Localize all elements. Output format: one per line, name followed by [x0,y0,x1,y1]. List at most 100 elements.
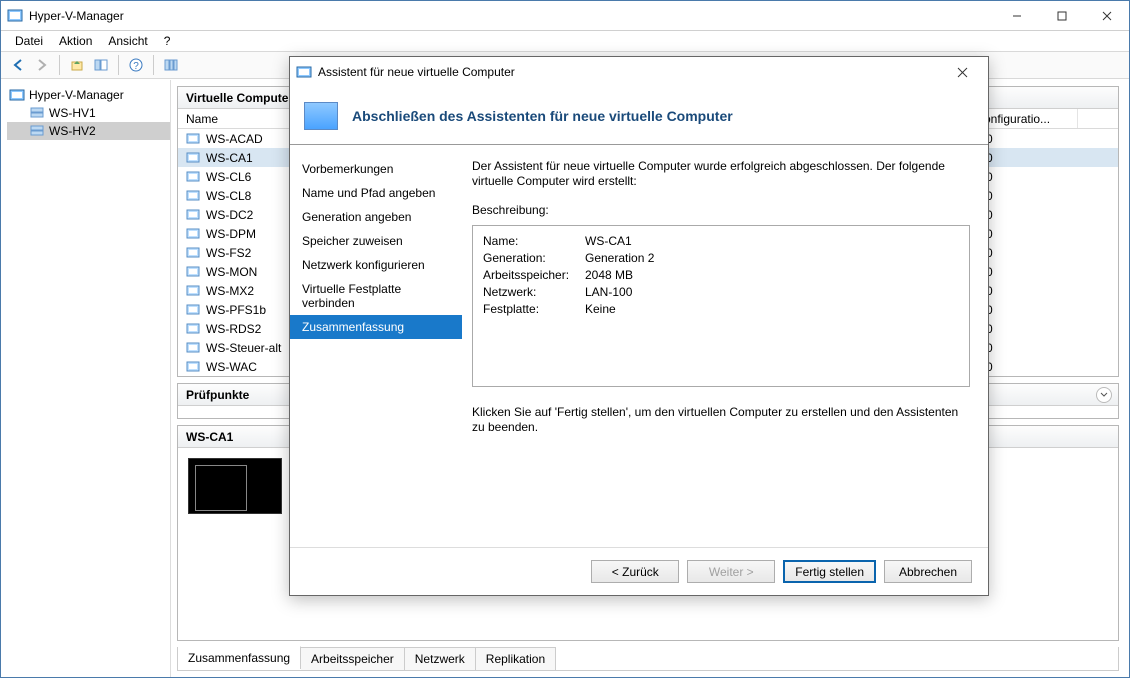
summary-row: Festplatte:Keine [483,302,959,319]
forward-button[interactable] [31,54,53,76]
vm-name: WS-WAC [206,360,257,374]
menu-file[interactable]: Datei [9,32,49,50]
detail-tab[interactable]: Zusammenfassung [178,646,301,669]
vm-icon [186,132,200,146]
wizard-step[interactable]: Netzwerk konfigurieren [290,253,462,277]
up-button[interactable] [66,54,88,76]
summary-key: Arbeitsspeicher: [483,268,585,285]
vm-name: WS-Steuer-alt [206,341,281,355]
summary-key: Festplatte: [483,302,585,319]
vm-icon [186,170,200,184]
tree-host-label: WS-HV1 [49,106,96,120]
help-button[interactable]: ? [125,54,147,76]
hyperv-manager-window: Hyper-V-Manager Datei Aktion Ansicht ? ?… [0,0,1130,678]
summary-key: Netzwerk: [483,285,585,302]
vm-name: WS-CA1 [206,151,253,165]
toolbar-separator [118,55,119,75]
preview-title: WS-CA1 [186,430,233,444]
vm-panel-title: Virtuelle Computer [186,91,293,105]
summary-row: Generation:Generation 2 [483,251,959,268]
toolbar-separator [153,55,154,75]
summary-value: Generation 2 [585,251,654,268]
navigation-tree: Hyper-V-Manager WS-HV1 WS-HV2 [1,80,171,677]
wizard-step[interactable]: Generation angeben [290,205,462,229]
tree-host[interactable]: WS-HV2 [7,122,170,140]
minimize-button[interactable] [994,1,1039,30]
detail-tabs: ZusammenfassungArbeitsspeicherNetzwerkRe… [177,647,1119,671]
summary-row: Name:WS-CA1 [483,234,959,251]
wizard-description-label: Beschreibung: [472,203,970,217]
vm-icon [186,284,200,298]
menubar: Datei Aktion Ansicht ? [1,31,1129,51]
vm-name: WS-RDS2 [206,322,261,336]
vm-icon [186,360,200,374]
detail-tab[interactable]: Netzwerk [405,647,476,670]
maximize-button[interactable] [1039,1,1084,30]
menu-view[interactable]: Ansicht [102,32,153,50]
summary-key: Generation: [483,251,585,268]
tree-root[interactable]: Hyper-V-Manager [7,86,170,104]
tree-root-label: Hyper-V-Manager [29,88,124,102]
close-button[interactable] [1084,1,1129,30]
vm-icon [186,227,200,241]
cancel-button[interactable]: Abbrechen [884,560,972,583]
checkpoints-title: Prüfpunkte [186,388,249,402]
detail-tab[interactable]: Arbeitsspeicher [301,647,405,670]
tree-host-label: WS-HV2 [49,124,96,138]
summary-value: Keine [585,302,616,319]
menu-action[interactable]: Aktion [53,32,98,50]
tree-host[interactable]: WS-HV1 [7,104,170,122]
summary-row: Netzwerk:LAN-100 [483,285,959,302]
vm-name: WS-PFS1b [206,303,266,317]
vm-name: WS-DC2 [206,208,253,222]
back-button[interactable]: < Zurück [591,560,679,583]
vm-name: WS-MX2 [206,284,254,298]
columns-button[interactable] [160,54,182,76]
vm-icon [186,208,200,222]
wizard-intro: Der Assistent für neue virtuelle Compute… [472,159,970,189]
back-button[interactable] [7,54,29,76]
wizard-close-button[interactable] [942,57,982,87]
summary-value: LAN-100 [585,285,632,302]
vm-icon [186,151,200,165]
wizard-step[interactable]: Zusammenfassung [290,315,462,339]
wizard-step[interactable]: Vorbemerkungen [290,157,462,181]
detail-tab[interactable]: Replikation [476,647,556,670]
wizard-footer: < Zurück Weiter > Fertig stellen Abbrech… [290,547,988,595]
wizard-content: Der Assistent für neue virtuelle Compute… [462,145,988,547]
summary-row: Arbeitsspeicher:2048 MB [483,268,959,285]
wizard-header-icon [304,102,338,130]
wizard-header: Abschließen des Assistenten für neue vir… [290,87,988,145]
summary-value: WS-CA1 [585,234,632,251]
menu-help[interactable]: ? [158,32,177,50]
titlebar: Hyper-V-Manager [1,1,1129,31]
wizard-summary-box: Name:WS-CA1Generation:Generation 2Arbeit… [472,225,970,387]
wizard-step[interactable]: Name und Pfad angeben [290,181,462,205]
vm-name: WS-MON [206,265,257,279]
vm-name: WS-FS2 [206,246,251,260]
vm-name: WS-CL8 [206,189,251,203]
wizard-step-list: VorbemerkungenName und Pfad angebenGener… [290,145,462,547]
new-vm-wizard: Assistent für neue virtuelle Computer Ab… [289,56,989,596]
next-button: Weiter > [687,560,775,583]
vm-name: WS-ACAD [206,132,263,146]
vm-icon [186,246,200,260]
wizard-step[interactable]: Virtuelle Festplatte verbinden [290,277,462,315]
vm-thumbnail[interactable] [188,458,282,514]
wizard-step[interactable]: Speicher zuweisen [290,229,462,253]
vm-icon [186,265,200,279]
finish-button[interactable]: Fertig stellen [783,560,876,583]
vm-icon [186,189,200,203]
window-title: Hyper-V-Manager [29,9,994,23]
vm-name: WS-CL6 [206,170,251,184]
wizard-hint: Klicken Sie auf 'Fertig stellen', um den… [472,405,970,435]
show-hide-tree-button[interactable] [90,54,112,76]
wizard-titlebar: Assistent für neue virtuelle Computer [290,57,988,87]
toolbar-separator [59,55,60,75]
vm-icon [186,341,200,355]
collapse-button[interactable] [1096,387,1112,403]
app-icon [7,8,23,24]
vm-icon [186,322,200,336]
server-icon [29,105,45,121]
wizard-icon [296,64,312,80]
